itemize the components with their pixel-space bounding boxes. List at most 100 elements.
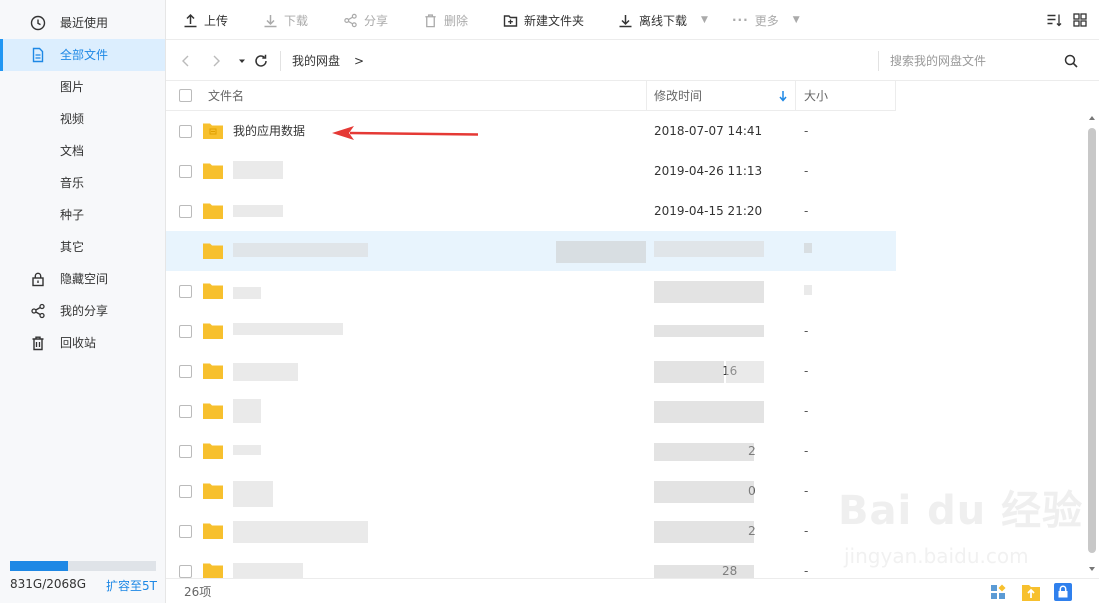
sidebar-item-label: 文档 — [60, 144, 85, 158]
scroll-up-icon[interactable] — [1088, 115, 1096, 121]
row-checkbox[interactable] — [179, 445, 192, 458]
redacted-mosaic — [726, 361, 764, 383]
column-divider[interactable] — [895, 81, 896, 111]
redacted-mosaic — [654, 443, 754, 461]
chevron-down-icon: ▼ — [701, 15, 708, 25]
row-checkbox[interactable] — [179, 205, 192, 218]
more-dots-icon: ··· — [732, 13, 749, 27]
trash-icon — [425, 13, 436, 27]
row-checkbox[interactable] — [179, 125, 192, 138]
new-folder-button[interactable]: 新建文件夹 — [503, 10, 584, 30]
download-icon — [264, 14, 277, 27]
share-button[interactable]: 分享 — [343, 10, 388, 30]
offline-download-button[interactable]: 离线下载 ▼ — [618, 10, 708, 30]
scroll-down-icon[interactable] — [1088, 566, 1096, 572]
sidebar-item-videos[interactable]: 视频 — [0, 103, 165, 135]
search-icon[interactable] — [1063, 53, 1079, 69]
table-row[interactable] — [166, 271, 896, 311]
table-row[interactable] — [166, 231, 896, 271]
redacted-mosaic — [233, 399, 261, 423]
expand-storage-link[interactable]: 扩容至5T — [106, 577, 157, 594]
table-row[interactable]: 28- — [166, 551, 896, 579]
download-button[interactable]: 下载 — [263, 10, 308, 30]
sidebar-item-label: 视频 — [60, 112, 85, 126]
row-checkbox[interactable] — [179, 165, 192, 178]
sidebar-item-all-files[interactable]: 全部文件 — [0, 39, 165, 71]
redacted-mosaic — [233, 445, 261, 455]
row-checkbox[interactable] — [179, 565, 192, 578]
download-icon — [619, 14, 632, 27]
sort-icon[interactable] — [1046, 12, 1062, 28]
row-checkbox[interactable] — [179, 485, 192, 498]
grid-view-icon[interactable] — [1072, 12, 1088, 28]
sidebar-item-my-shares[interactable]: 我的分享 — [0, 295, 165, 327]
scrollbar-thumb[interactable] — [1088, 128, 1096, 553]
chevron-down-icon[interactable] — [234, 53, 250, 69]
column-divider[interactable] — [646, 81, 647, 111]
redacted-mosaic — [233, 205, 283, 217]
back-icon[interactable] — [178, 53, 194, 69]
row-checkbox[interactable] — [179, 365, 192, 378]
file-list: 我的应用数据 2018-07-07 14:41 - 2019-04-26 11:13 -… — [166, 111, 896, 579]
table-row[interactable]: 我的应用数据 2018-07-07 14:41 - — [166, 111, 896, 151]
column-divider[interactable] — [795, 81, 796, 111]
sidebar-item-other[interactable]: 其它 — [0, 231, 165, 263]
folder-icon — [203, 403, 223, 419]
column-header-size[interactable]: 大小 — [804, 81, 828, 111]
upload-label: 上传 — [204, 13, 229, 28]
table-row[interactable]: 0- — [166, 471, 896, 511]
select-all-checkbox[interactable] — [179, 89, 192, 102]
sidebar-item-images[interactable]: 图片 — [0, 71, 165, 103]
trash-icon — [32, 336, 44, 351]
redacted-mosaic — [654, 325, 764, 337]
forward-icon[interactable] — [208, 53, 224, 69]
column-header-modified[interactable]: 修改时间 — [654, 81, 702, 111]
row-checkbox[interactable] — [179, 285, 192, 298]
file-size: - — [804, 524, 809, 538]
upload-folder-icon[interactable] — [1020, 581, 1042, 603]
sidebar-item-label: 全部文件 — [60, 48, 109, 62]
apps-icon[interactable] — [988, 581, 1010, 603]
delete-button[interactable]: 删除 — [423, 10, 468, 30]
sidebar-item-recent[interactable]: 最近使用 — [0, 7, 165, 39]
file-size: - — [804, 164, 809, 178]
row-checkbox[interactable] — [179, 405, 192, 418]
lock-icon[interactable] — [1052, 581, 1074, 603]
row-checkbox[interactable] — [179, 525, 192, 538]
more-button[interactable]: ··· 更多 ▼ — [732, 10, 800, 30]
sidebar-item-hidden-space[interactable]: 隐藏空间 — [0, 263, 165, 295]
divider — [280, 51, 281, 71]
folder-icon — [203, 483, 223, 499]
column-header-name[interactable]: 文件名 — [208, 81, 244, 111]
divider — [878, 51, 879, 71]
sidebar-item-documents[interactable]: 文档 — [0, 135, 165, 167]
upload-button[interactable]: 上传 — [183, 10, 228, 30]
redacted-mosaic — [233, 287, 261, 299]
sidebar-item-recycle-bin[interactable]: 回收站 — [0, 327, 165, 359]
redacted-mosaic — [654, 521, 754, 543]
table-row[interactable]: - — [166, 391, 896, 431]
navigation-bar: 我的网盘 > — [166, 41, 1099, 81]
redacted-mosaic — [654, 281, 764, 303]
refresh-icon[interactable] — [253, 53, 269, 69]
table-row[interactable]: - — [166, 311, 896, 351]
sort-descending-icon[interactable] — [778, 90, 788, 102]
table-row[interactable]: 2019-04-15 21:20 - — [166, 191, 896, 231]
table-row[interactable]: 2- — [166, 511, 896, 551]
new-folder-label: 新建文件夹 — [524, 13, 585, 28]
storage-quota-text: 831G/2068G — [10, 577, 87, 591]
sidebar-item-music[interactable]: 音乐 — [0, 167, 165, 199]
table-row[interactable]: 2- — [166, 431, 896, 471]
more-label: 更多 — [754, 13, 779, 28]
file-name[interactable]: 我的应用数据 — [233, 123, 305, 139]
sidebar-item-label: 图片 — [60, 80, 85, 94]
table-row[interactable]: 2019-04-26 11:13 - — [166, 151, 896, 191]
redacted-mosaic — [654, 565, 754, 579]
table-row[interactable]: 16- — [166, 351, 896, 391]
sidebar-item-torrents[interactable]: 种子 — [0, 199, 165, 231]
row-checkbox[interactable] — [179, 325, 192, 338]
breadcrumb-root[interactable]: 我的网盘 — [292, 53, 340, 69]
upload-icon — [184, 13, 197, 27]
sidebar: 最近使用 全部文件 图片 视频 文档 音乐 种子 其它 隐藏空间 我的分享 回收… — [0, 0, 166, 603]
search-input[interactable] — [890, 51, 1060, 71]
